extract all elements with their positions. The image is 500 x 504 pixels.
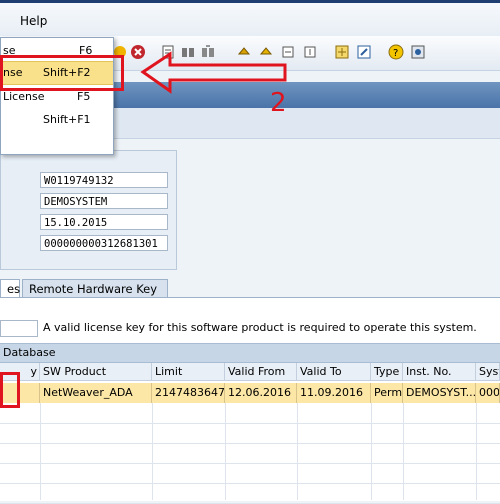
menu-item-3-shortcut: F5 <box>77 90 91 103</box>
grid-line <box>152 403 153 500</box>
hardware-key-field: 000000000312681301 <box>40 235 168 251</box>
system-id-field: DEMOSYSTEM <box>40 193 168 209</box>
customize-layout-icon[interactable] <box>410 44 426 60</box>
title-strip <box>0 0 500 3</box>
column-header-type[interactable]: Type <box>371 363 403 381</box>
create-session-icon[interactable] <box>334 44 350 60</box>
menu-bar <box>0 0 500 37</box>
menu-item-4[interactable]: Shift+F1 <box>1 109 113 131</box>
empty-table-row <box>0 443 500 464</box>
table-cell-limit[interactable]: 2147483647 <box>152 383 225 403</box>
grid-line <box>371 403 372 500</box>
license-info-group <box>0 150 177 270</box>
highlight-box-row-selector <box>0 372 20 408</box>
column-header-inst-no[interactable]: Inst. No. <box>403 363 476 381</box>
grid-line <box>476 403 477 500</box>
info-text: A valid license key for this software pr… <box>43 321 477 334</box>
column-header-valid-to[interactable]: Valid To <box>297 363 371 381</box>
grid-line <box>297 403 298 500</box>
grid-line <box>403 403 404 500</box>
column-header-system[interactable]: Syst <box>476 363 500 381</box>
table-cell-system[interactable]: 000( <box>476 383 500 403</box>
table-cell-type[interactable]: Perm <box>371 383 403 403</box>
annotation-step-number: 2 <box>270 88 287 118</box>
date-field: 15.10.2015 <box>40 214 168 230</box>
status-input[interactable] <box>0 320 38 337</box>
last-page-icon[interactable] <box>302 44 318 60</box>
tab-licenses[interactable]: es <box>0 279 20 297</box>
database-label: Database <box>3 346 56 359</box>
tab-remote-hardware-key[interactable]: Remote Hardware Key <box>22 279 168 297</box>
table-cell-sw-product[interactable]: NetWeaver_ADA <box>40 383 152 403</box>
grid-line <box>225 403 226 500</box>
installation-number-field: W0119749132 <box>40 172 168 188</box>
column-header-valid-from[interactable]: Valid From <box>225 363 297 381</box>
highlight-box-menu-item <box>0 55 124 91</box>
grid-line <box>40 403 41 500</box>
database-bar: Database <box>0 343 500 363</box>
table-cell-valid-to[interactable]: 11.09.2016 <box>297 383 371 403</box>
table-cell-valid-from[interactable]: 12.06.2016 <box>225 383 297 403</box>
menu-help[interactable]: Help <box>20 14 47 28</box>
empty-table-row <box>0 423 500 444</box>
column-header-sw-product[interactable]: SW Product <box>40 363 152 381</box>
table-cell-inst-no[interactable]: DEMOSYST... <box>403 383 476 403</box>
menu-item-3-label: License <box>3 90 45 103</box>
shortcut-icon[interactable] <box>356 44 372 60</box>
help-icon[interactable]: ? <box>388 44 404 60</box>
empty-table-row <box>0 403 500 424</box>
column-header-limit[interactable]: Limit <box>152 363 225 381</box>
empty-table-row <box>0 483 500 504</box>
menu-item-4-shortcut: Shift+F1 <box>43 113 91 126</box>
svg-text:?: ? <box>393 48 398 59</box>
empty-table-row <box>0 463 500 484</box>
